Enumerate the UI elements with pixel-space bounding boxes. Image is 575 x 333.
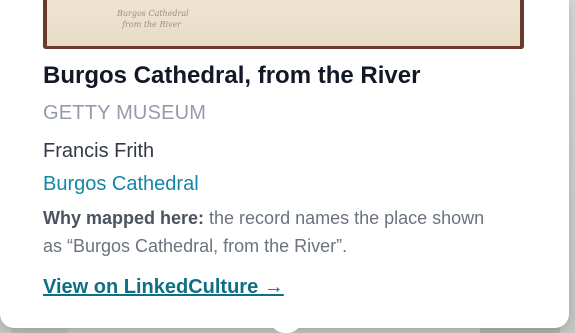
source-institution: GETTY MUSEUM — [43, 102, 207, 124]
image-inscription: Burgos Cathedral from the River — [117, 9, 189, 29]
why-mapped-label: Why mapped here: — [43, 208, 205, 228]
record-image[interactable]: Burgos Cathedral from the River — [43, 0, 524, 49]
record-popup: Burgos Cathedral from the River Burgos C… — [0, 0, 569, 328]
view-on-linkedculture-link[interactable]: View on LinkedCulture → — [43, 276, 284, 299]
place-link[interactable]: Burgos Cathedral — [43, 173, 199, 196]
creator-name: Francis Frith — [43, 140, 155, 162]
record-title: Burgos Cathedral, from the River — [43, 62, 421, 89]
why-mapped-text: Why mapped here: the record names the pl… — [43, 204, 503, 260]
